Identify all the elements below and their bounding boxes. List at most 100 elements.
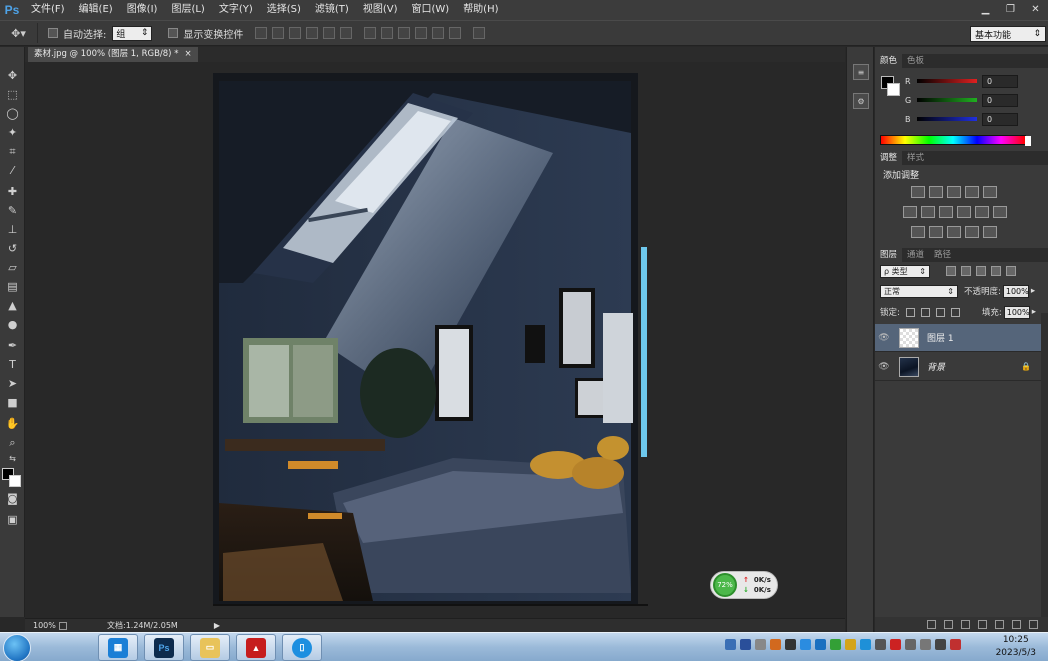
curves-icon[interactable]: [947, 186, 961, 198]
tab-adjustments[interactable]: 调整: [875, 151, 903, 165]
dodge-tool-icon[interactable]: ●: [3, 316, 22, 333]
tray-update-icon[interactable]: [830, 639, 841, 650]
auto-select-checkbox[interactable]: [48, 28, 58, 38]
hue-saturation-icon[interactable]: [903, 206, 917, 218]
distribute-right-icon[interactable]: [449, 27, 462, 39]
menu-select[interactable]: 选择(S): [260, 0, 308, 20]
status-info-icon[interactable]: [59, 621, 67, 630]
align-left-icon[interactable]: [306, 27, 319, 39]
tab-swatches[interactable]: 色板: [902, 54, 929, 68]
tab-layers[interactable]: 图层: [875, 248, 903, 262]
menu-filter[interactable]: 滤镜(T): [308, 0, 356, 20]
color-balance-icon[interactable]: [921, 206, 935, 218]
layer-filter-dropdown[interactable]: ρ 类型 ⇕: [880, 264, 930, 278]
distribute-bottom-icon[interactable]: [398, 27, 411, 39]
red-slider[interactable]: [917, 79, 977, 83]
filter-type-icon[interactable]: [976, 266, 986, 276]
distribute-vcenter-icon[interactable]: [381, 27, 394, 39]
taskbar-store[interactable]: ▦: [98, 634, 138, 661]
quick-mask-icon[interactable]: ◙: [3, 490, 22, 507]
canvas-area[interactable]: 72% ↑ 0K/s ↓ 0K/s: [25, 62, 845, 618]
tray-flag-icon[interactable]: [950, 639, 961, 650]
align-hcenter-icon[interactable]: [323, 27, 336, 39]
photo-filter-icon[interactable]: [957, 206, 971, 218]
delete-layer-icon[interactable]: [1029, 620, 1038, 629]
taskbar-explorer[interactable]: ▭: [190, 634, 230, 661]
close-icon[interactable]: ✕: [1023, 0, 1048, 18]
tray-wifi-icon[interactable]: [860, 639, 871, 650]
threshold-icon[interactable]: [947, 226, 961, 238]
crop-tool-icon[interactable]: ⌗: [3, 143, 22, 160]
tray-volume-icon[interactable]: [905, 639, 916, 650]
color-background-swatch[interactable]: [887, 83, 900, 96]
hand-tool-icon[interactable]: ✋: [3, 415, 22, 432]
red-value[interactable]: 0: [982, 74, 1018, 88]
layer-row-background[interactable]: 👁 背景 🔒: [875, 353, 1041, 381]
tab-channels[interactable]: 通道: [902, 248, 929, 262]
taskbar-phone[interactable]: ▯: [282, 634, 322, 661]
lock-transparent-icon[interactable]: [905, 307, 915, 317]
gradient-map-icon[interactable]: [983, 226, 997, 238]
filter-smart-icon[interactable]: [1006, 266, 1016, 276]
shape-tool-icon[interactable]: ■: [3, 394, 22, 411]
link-layers-icon[interactable]: [927, 620, 936, 629]
taskbar-photoshop[interactable]: Ps: [144, 634, 184, 661]
minimize-icon[interactable]: ▁: [973, 0, 998, 18]
auto-align-icon[interactable]: [473, 27, 486, 39]
move-tool-icon[interactable]: ✥: [3, 67, 22, 84]
brightness-icon[interactable]: [911, 186, 925, 198]
tray-headset-icon[interactable]: [875, 639, 886, 650]
filter-adjust-icon[interactable]: [961, 266, 971, 276]
new-layer-icon[interactable]: [1012, 620, 1021, 629]
zoom-tool-icon[interactable]: ⌕: [3, 434, 22, 451]
show-transform-checkbox[interactable]: [168, 28, 179, 38]
lock-all-icon[interactable]: [950, 307, 960, 317]
vibrance-icon[interactable]: [983, 186, 997, 198]
opacity-arrow-icon[interactable]: ▸: [1031, 286, 1035, 296]
auto-select-dropdown[interactable]: 组 ⇕: [112, 25, 153, 41]
menu-type[interactable]: 文字(Y): [212, 0, 260, 20]
new-group-icon[interactable]: [995, 620, 1004, 629]
visibility-eye-icon[interactable]: 👁: [875, 362, 893, 372]
exposure-icon[interactable]: [965, 186, 979, 198]
layers-scrollbar[interactable]: [1041, 313, 1048, 617]
system-clock[interactable]: 10:25 2023/5/3: [996, 634, 1036, 660]
tray-power-icon[interactable]: [845, 639, 856, 650]
tray-antivirus-icon[interactable]: [890, 639, 901, 650]
type-tool-icon[interactable]: T: [3, 356, 22, 373]
screen-mode-icon[interactable]: ▣: [3, 511, 22, 528]
green-slider[interactable]: [917, 98, 977, 102]
visibility-eye-icon[interactable]: 👁: [875, 333, 893, 343]
document-canvas[interactable]: [213, 73, 638, 606]
distribute-left-icon[interactable]: [415, 27, 428, 39]
layer-row-layer1[interactable]: 👁 图层 1: [875, 324, 1041, 352]
align-right-icon[interactable]: [340, 27, 353, 39]
menu-edit[interactable]: 编辑(E): [72, 0, 120, 20]
gradient-tool-icon[interactable]: ▤: [3, 278, 22, 295]
blue-value[interactable]: 0: [982, 112, 1018, 126]
blue-slider[interactable]: [917, 117, 977, 121]
menu-file[interactable]: 文件(F): [24, 0, 72, 20]
color-spectrum-bar[interactable]: [880, 135, 1031, 146]
pen-tool-icon[interactable]: ✒: [3, 337, 22, 354]
path-selection-icon[interactable]: ➤: [3, 375, 22, 392]
align-vcenter-icon[interactable]: [272, 27, 285, 39]
layer-style-icon[interactable]: [944, 620, 953, 629]
filter-pixel-icon[interactable]: [946, 266, 956, 276]
tab-paths[interactable]: 路径: [929, 248, 956, 262]
tab-styles[interactable]: 样式: [902, 151, 929, 165]
lock-pixels-icon[interactable]: [920, 307, 930, 317]
status-menu-arrow-icon[interactable]: ▶: [214, 621, 220, 630]
align-bottom-icon[interactable]: [289, 27, 302, 39]
tab-close-icon[interactable]: ×: [184, 47, 191, 62]
distribute-hcenter-icon[interactable]: [432, 27, 445, 39]
properties-panel-icon[interactable]: ⚙: [853, 93, 869, 109]
move-tool-icon[interactable]: ✥▾: [0, 23, 38, 43]
taskbar-acrobat[interactable]: ▲: [236, 634, 276, 661]
eraser-icon[interactable]: ▱: [3, 259, 22, 276]
menu-image[interactable]: 图像(I): [120, 0, 165, 20]
blend-mode-dropdown[interactable]: 正常 ⇕: [880, 284, 958, 298]
invert-icon[interactable]: [911, 226, 925, 238]
eyedropper-icon[interactable]: ⁄: [3, 162, 22, 179]
tray-keyboard-icon[interactable]: [725, 639, 736, 650]
